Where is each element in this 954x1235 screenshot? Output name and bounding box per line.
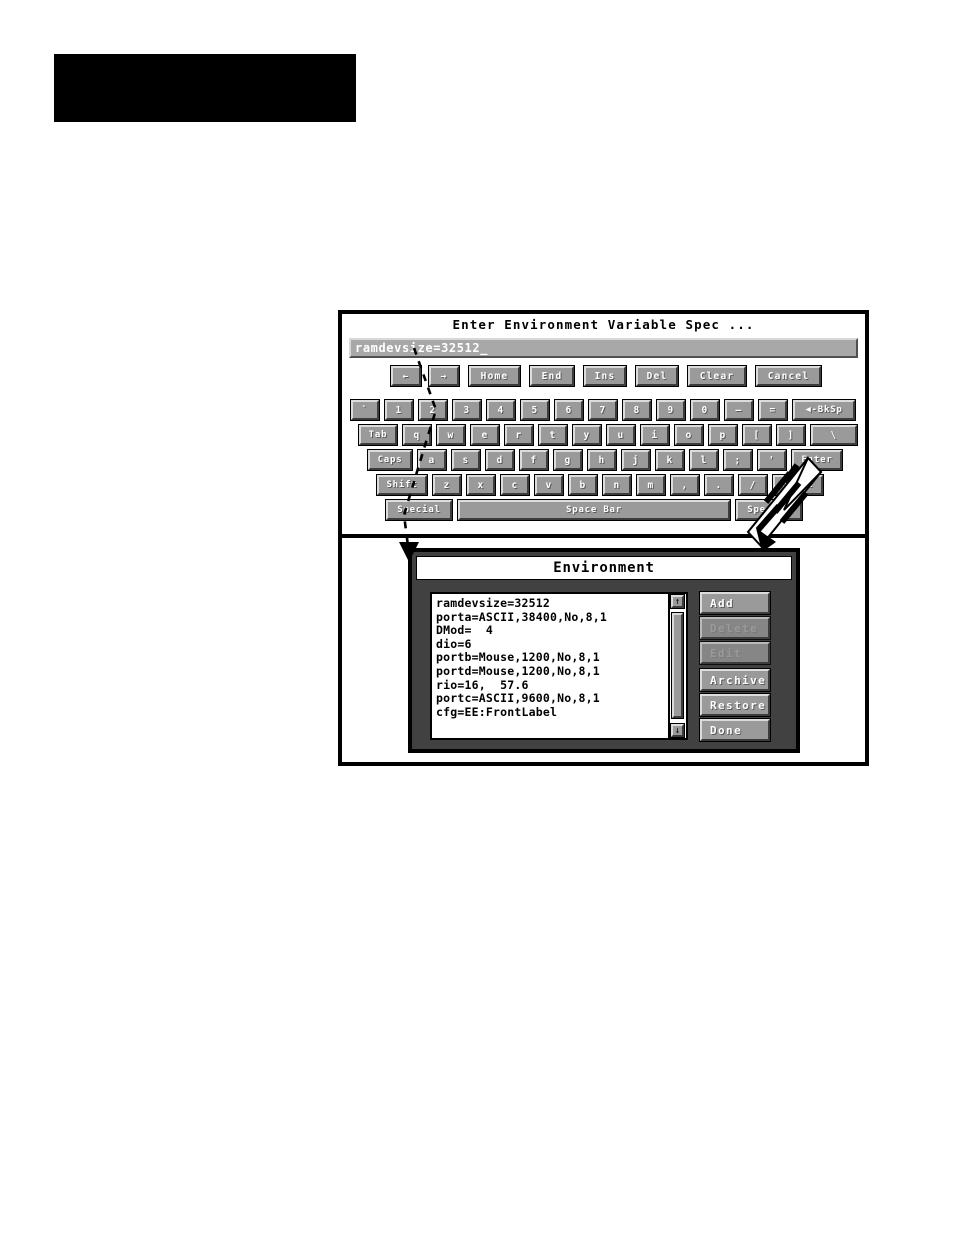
key-k[interactable]: k xyxy=(655,449,685,471)
key-3[interactable]: 3 xyxy=(452,399,482,421)
key-period[interactable]: . xyxy=(704,474,734,496)
environment-panel: Environment ramdevsize=32512 porta=ASCII,… xyxy=(338,538,869,766)
key-n[interactable]: n xyxy=(602,474,632,496)
left-arrow-key[interactable]: ← xyxy=(390,365,422,387)
key-tab[interactable]: Tab xyxy=(358,424,398,446)
page-root: Enter Environment Variable Spec ... ramd… xyxy=(0,0,954,1235)
edit-button: Edit xyxy=(699,641,771,665)
end-key[interactable]: End xyxy=(529,365,575,387)
key-b[interactable]: b xyxy=(568,474,598,496)
scroll-up-arrow-icon[interactable]: ↑ xyxy=(670,594,685,609)
spec-input[interactable]: ramdevsize=32512_ xyxy=(349,338,858,358)
key-8[interactable]: 8 xyxy=(622,399,652,421)
environment-list-item[interactable]: rio=16, 57.6 xyxy=(436,678,668,693)
key-backtick[interactable]: ` xyxy=(350,399,380,421)
key-9[interactable]: 9 xyxy=(656,399,686,421)
key-w[interactable]: w xyxy=(436,424,466,446)
environment-list-item[interactable]: portb=Mouse,1200,No,8,1 xyxy=(436,651,668,665)
key-comma[interactable]: , xyxy=(670,474,700,496)
key-s[interactable]: s xyxy=(451,449,481,471)
restore-button[interactable]: Restore xyxy=(699,693,771,717)
key-x[interactable]: x xyxy=(466,474,496,496)
key-a[interactable]: a xyxy=(417,449,447,471)
cancel-key[interactable]: Cancel xyxy=(755,365,822,387)
home-key[interactable]: Home xyxy=(468,365,521,387)
key-rbracket[interactable]: ] xyxy=(776,424,806,446)
key-c[interactable]: c xyxy=(500,474,530,496)
environment-list-item[interactable]: portd=Mouse,1200,No,8,1 xyxy=(436,664,668,679)
key-space-bar[interactable]: Space Bar xyxy=(457,499,731,521)
environment-list-item[interactable]: porta=ASCII,38400,No,8,1 xyxy=(436,610,668,625)
key-v[interactable]: v xyxy=(534,474,564,496)
environment-scrollbar[interactable]: ↑ ↓ xyxy=(670,592,688,740)
page-header-band xyxy=(54,54,356,122)
key-special-right[interactable]: Special xyxy=(735,499,803,521)
key-1[interactable]: 1 xyxy=(384,399,414,421)
key-4[interactable]: 4 xyxy=(486,399,516,421)
key-enter[interactable]: Enter xyxy=(791,449,843,471)
environment-list-item[interactable]: cfg=EE:FrontLabel xyxy=(436,705,668,720)
key-z[interactable]: z xyxy=(432,474,462,496)
key-backslash[interactable]: \ xyxy=(810,424,858,446)
environment-dialog-title: Environment xyxy=(416,556,792,580)
key-caps[interactable]: Caps xyxy=(367,449,413,471)
key-u[interactable]: u xyxy=(606,424,636,446)
key-shift-left[interactable]: Shift xyxy=(376,474,428,496)
key-t[interactable]: t xyxy=(538,424,568,446)
delete-button: Delete xyxy=(699,616,771,640)
key-g[interactable]: g xyxy=(553,449,583,471)
scrollbar-thumb[interactable] xyxy=(671,612,684,719)
done-button[interactable]: Done xyxy=(699,718,771,742)
key-h[interactable]: h xyxy=(587,449,617,471)
scroll-down-arrow-icon[interactable]: ↓ xyxy=(670,723,685,738)
ins-key[interactable]: Ins xyxy=(583,365,627,387)
key-0[interactable]: 0 xyxy=(690,399,720,421)
key-o[interactable]: o xyxy=(674,424,704,446)
key-6[interactable]: 6 xyxy=(554,399,584,421)
environment-dialog: Environment ramdevsize=32512 porta=ASCII,… xyxy=(408,548,800,753)
key-2[interactable]: 2 xyxy=(418,399,448,421)
environment-list[interactable]: ramdevsize=32512 porta=ASCII,38400,No,8,1… xyxy=(430,592,670,740)
key-l[interactable]: l xyxy=(689,449,719,471)
key-f[interactable]: f xyxy=(519,449,549,471)
key-q[interactable]: q xyxy=(402,424,432,446)
right-arrow-key[interactable]: → xyxy=(428,365,460,387)
key-d[interactable]: d xyxy=(485,449,515,471)
key-special-left[interactable]: Special xyxy=(385,499,453,521)
key-equals[interactable]: = xyxy=(758,399,788,421)
key-quote[interactable]: ' xyxy=(757,449,787,471)
environment-list-item[interactable]: portc=ASCII,9600,No,8,1 xyxy=(436,692,668,706)
key-m[interactable]: m xyxy=(636,474,666,496)
key-e[interactable]: e xyxy=(470,424,500,446)
keyboard-dialog-title: Enter Environment Variable Spec ... xyxy=(452,317,755,332)
archive-button[interactable]: Archive xyxy=(699,668,771,692)
add-button[interactable]: Add xyxy=(699,591,771,615)
key-5[interactable]: 5 xyxy=(520,399,550,421)
key-r[interactable]: r xyxy=(504,424,534,446)
key-slash[interactable]: / xyxy=(738,474,768,496)
key-minus[interactable]: – xyxy=(724,399,754,421)
key-lbracket[interactable]: [ xyxy=(742,424,772,446)
key-j[interactable]: j xyxy=(621,449,651,471)
key-y[interactable]: y xyxy=(572,424,602,446)
key-shift-right[interactable]: Shift xyxy=(772,474,824,496)
key-p[interactable]: p xyxy=(708,424,738,446)
key-bksp[interactable]: ◀-BkSp xyxy=(792,399,856,421)
figure-container: Enter Environment Variable Spec ... ramd… xyxy=(338,310,869,766)
key-semicolon[interactable]: ; xyxy=(723,449,753,471)
key-7[interactable]: 7 xyxy=(588,399,618,421)
keyboard-dialog: Enter Environment Variable Spec ... ramd… xyxy=(338,310,869,538)
environment-list-item[interactable]: dio=6 xyxy=(436,637,668,652)
environment-list-item[interactable]: DMod= 4 xyxy=(436,624,668,638)
del-key[interactable]: Del xyxy=(635,365,679,387)
environment-list-item[interactable]: ramdevsize=32512 xyxy=(436,596,668,611)
clear-key[interactable]: Clear xyxy=(687,365,747,387)
key-i[interactable]: i xyxy=(640,424,670,446)
